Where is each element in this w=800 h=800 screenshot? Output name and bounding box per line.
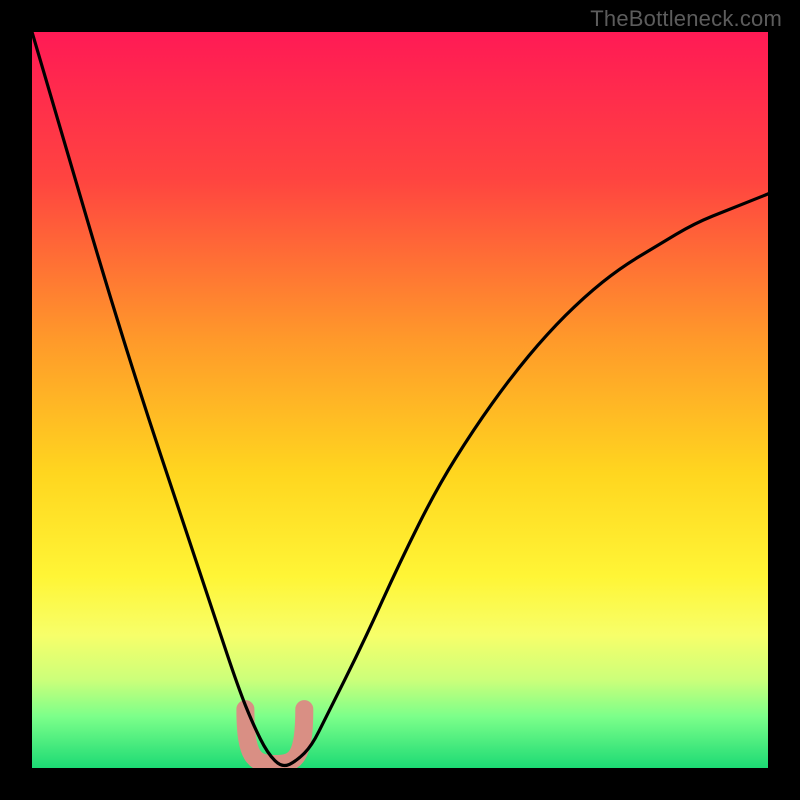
- chart-canvas: [32, 32, 768, 768]
- bottleneck-curve: [32, 32, 768, 766]
- attribution-watermark: TheBottleneck.com: [590, 6, 782, 32]
- bottom-marker: [245, 709, 304, 764]
- chart-frame: TheBottleneck.com: [0, 0, 800, 800]
- plot-area: [32, 32, 768, 768]
